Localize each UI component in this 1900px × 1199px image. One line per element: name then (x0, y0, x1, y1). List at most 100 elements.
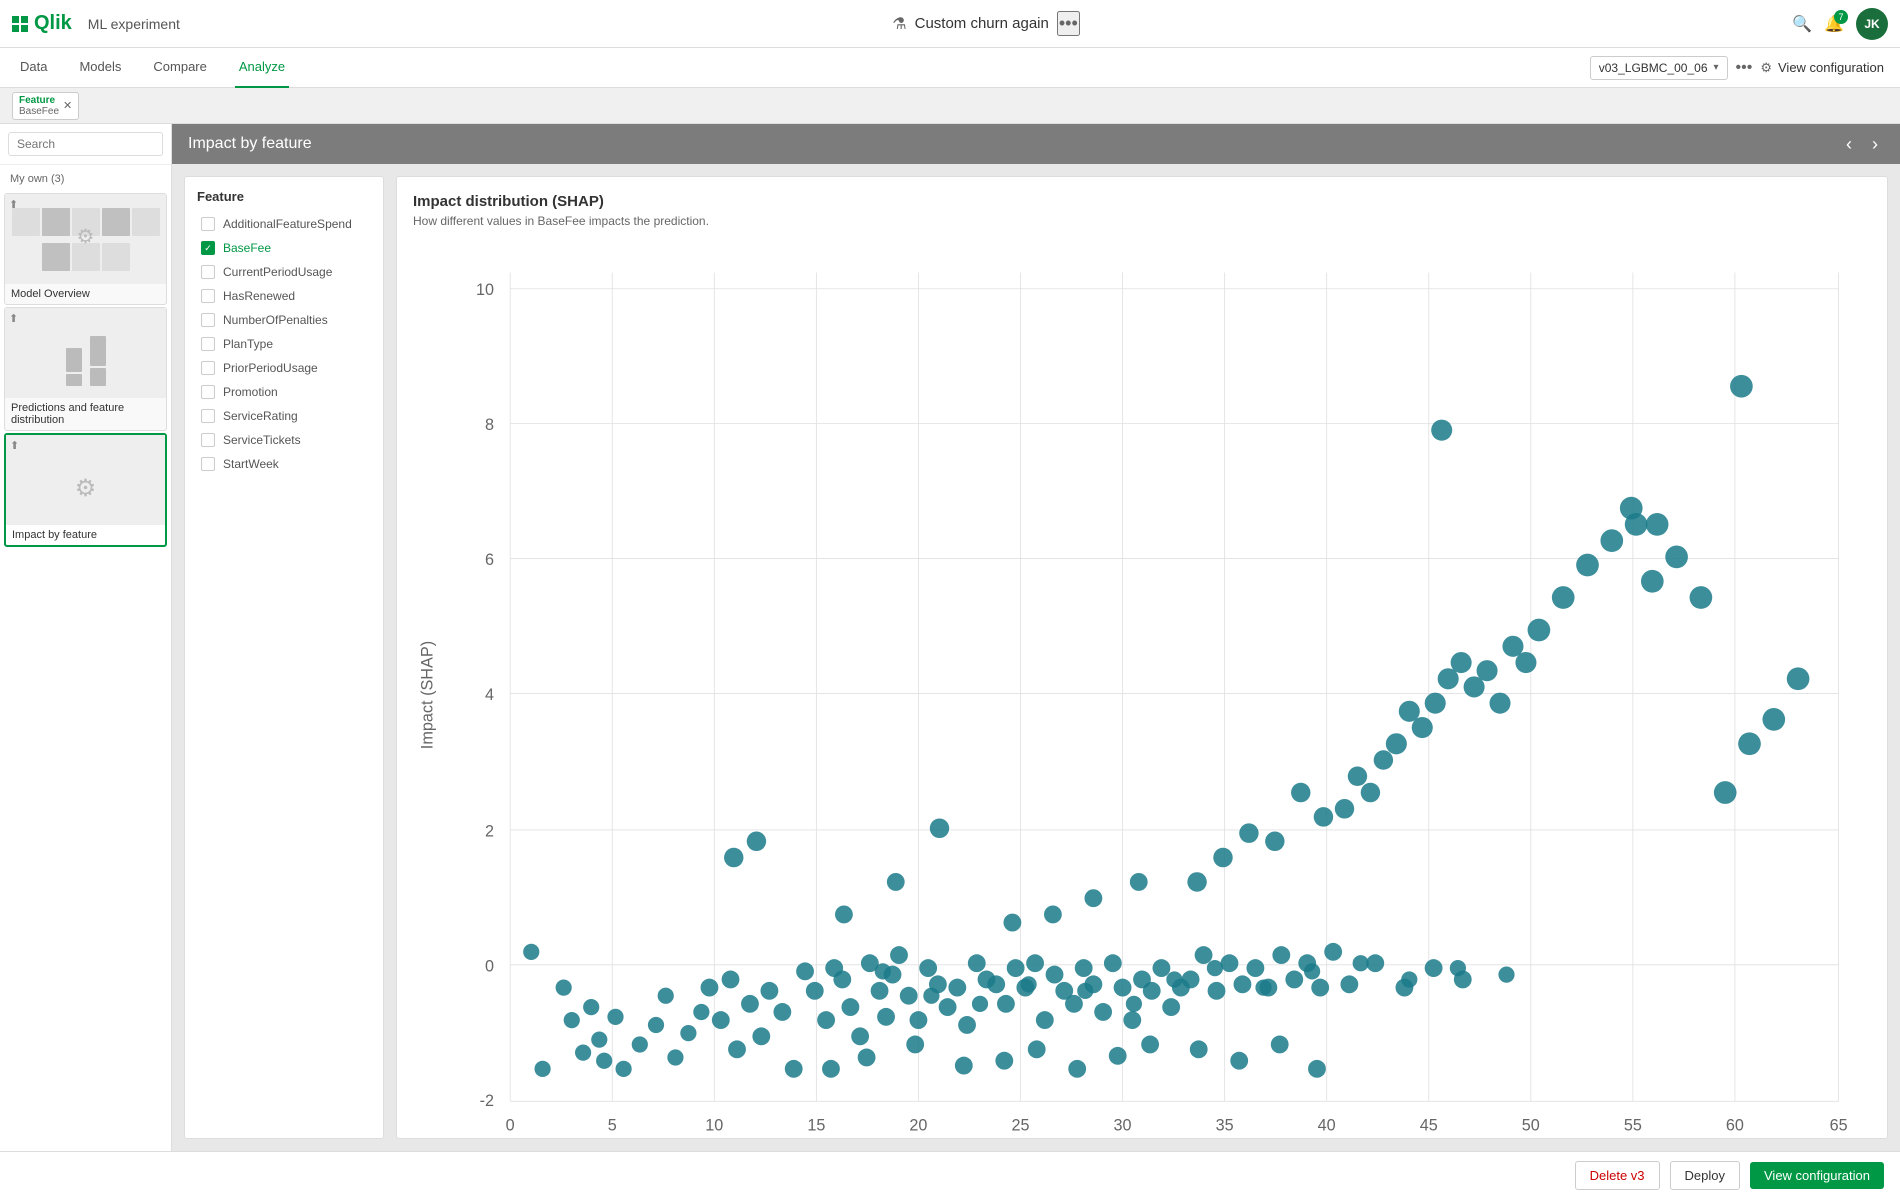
config-icon: ⚙ (1760, 60, 1772, 76)
feature-label-week: StartWeek (223, 457, 279, 471)
chart-container: .grid-line { stroke: #e0e0e0; stroke-wid… (413, 240, 1871, 1151)
export-icon: ⬆ (9, 198, 18, 211)
feature-item-prior-period[interactable]: PriorPeriodUsage (197, 358, 371, 378)
feature-checkbox-current[interactable] (201, 265, 215, 279)
feature-item-start-week[interactable]: StartWeek (197, 454, 371, 474)
feature-label-prior: PriorPeriodUsage (223, 361, 318, 375)
feature-tag: Feature BaseFee ✕ (12, 92, 79, 120)
gear-icon-2: ⚙ (75, 474, 97, 503)
feature-list: AdditionalFeatureSpend ✓ BaseFee Current… (197, 214, 371, 1126)
sidebar-item-impact[interactable]: ⬆ ⚙ Impact by feature (4, 433, 167, 547)
chevron-down-icon: ▾ (1714, 62, 1719, 73)
app-title: ML experiment (88, 16, 180, 32)
nav-item-compare[interactable]: Compare (149, 48, 210, 88)
svg-text:4: 4 (485, 686, 494, 704)
avatar[interactable]: JK (1856, 8, 1888, 40)
center-section: ⚗ Custom churn again ••• (192, 11, 1780, 36)
feature-panel-title: Feature (197, 189, 371, 204)
feature-checkbox-promotion[interactable] (201, 385, 215, 399)
svg-text:5: 5 (608, 1117, 617, 1135)
close-tag-button[interactable]: ✕ (63, 99, 72, 112)
svg-text:35: 35 (1216, 1117, 1234, 1135)
content-header: Impact by feature ‹ › (172, 124, 1900, 164)
feature-item-has-renewed[interactable]: HasRenewed (197, 286, 371, 306)
grid-icon (12, 16, 28, 32)
svg-text:50: 50 (1522, 1117, 1540, 1135)
feature-item-service-rating[interactable]: ServiceRating (197, 406, 371, 426)
view-configuration-button[interactable]: ⚙ View configuration (1760, 60, 1884, 76)
sidebar: My own (3) ⬆ ⚙ Model Overview (0, 124, 172, 1151)
feature-checkbox-week[interactable] (201, 457, 215, 471)
deploy-button[interactable]: Deploy (1670, 1161, 1740, 1190)
feature-label-penalties: NumberOfPenalties (223, 313, 328, 327)
qlik-logo-text: Qlik (34, 12, 72, 35)
feature-checkbox-renewed[interactable] (201, 289, 215, 303)
sidebar-item-predictions[interactable]: ⬆ Predictions and feature distribution (4, 307, 167, 431)
search-button[interactable]: 🔍 (1792, 14, 1812, 34)
experiment-more-button[interactable]: ••• (1057, 11, 1080, 36)
sidebar-item-label-predictions: Predictions and feature distribution (5, 398, 166, 430)
svg-text:8: 8 (485, 416, 494, 434)
view-configuration-label: View configuration (1778, 60, 1884, 75)
svg-text:30: 30 (1114, 1117, 1132, 1135)
svg-text:20: 20 (909, 1117, 927, 1135)
content-header-nav: ‹ › (1840, 132, 1884, 157)
model-select-value: v03_LGBMC_00_06 (1599, 61, 1708, 75)
nav-item-analyze[interactable]: Analyze (235, 48, 289, 88)
svg-text:25: 25 (1011, 1117, 1029, 1135)
feature-label-renewed: HasRenewed (223, 289, 295, 303)
feature-checkbox-base-fee[interactable]: ✓ (201, 241, 215, 255)
model-more-button[interactable]: ••• (1736, 59, 1753, 77)
prev-button[interactable]: ‹ (1840, 132, 1858, 157)
impact-thumb: ⬆ ⚙ (6, 435, 165, 525)
nav-item-data[interactable]: Data (16, 48, 51, 88)
search-input[interactable] (8, 132, 163, 156)
chart-title: Impact distribution (SHAP) (413, 193, 1871, 210)
feature-label-current: CurrentPeriodUsage (223, 265, 332, 279)
svg-text:10: 10 (476, 281, 494, 299)
svg-text:Impact (SHAP): Impact (SHAP) (418, 641, 436, 749)
model-select[interactable]: v03_LGBMC_00_06 ▾ (1590, 56, 1728, 80)
sidebar-item-model-overview[interactable]: ⬆ ⚙ Model Overview (4, 193, 167, 305)
svg-text:-2: -2 (480, 1092, 494, 1110)
nav-item-models[interactable]: Models (75, 48, 125, 88)
notifications-button[interactable]: 🔔 7 (1824, 14, 1844, 34)
feature-item-base-fee[interactable]: ✓ BaseFee (197, 238, 371, 258)
content-area: Impact by feature ‹ › Feature Additional… (172, 124, 1900, 1151)
svg-text:6: 6 (485, 551, 494, 569)
feature-item-promotion[interactable]: Promotion (197, 382, 371, 402)
feature-checkbox-plan[interactable] (201, 337, 215, 351)
svg-text:40: 40 (1318, 1117, 1336, 1135)
feature-checkbox-additional[interactable] (201, 217, 215, 231)
feature-checkbox-penalties[interactable] (201, 313, 215, 327)
feature-item-service-tickets[interactable]: ServiceTickets (197, 430, 371, 450)
chart-subtitle: How different values in BaseFee impacts … (413, 214, 1871, 228)
predictions-thumb: ⬆ (5, 308, 166, 398)
tag-subtitle: BaseFee (19, 106, 59, 117)
export-icon-2: ⬆ (9, 312, 18, 325)
content-header-title: Impact by feature (188, 135, 312, 153)
delete-button[interactable]: Delete v3 (1575, 1161, 1660, 1190)
feature-label-plan: PlanType (223, 337, 273, 351)
feature-item-additional-feature-spend[interactable]: AdditionalFeatureSpend (197, 214, 371, 234)
feature-checkbox-tickets[interactable] (201, 433, 215, 447)
feature-label-base-fee: BaseFee (223, 241, 271, 255)
feature-label-tickets: ServiceTickets (223, 433, 301, 447)
feature-checkbox-rating[interactable] (201, 409, 215, 423)
main-layout: My own (3) ⬆ ⚙ Model Overview (0, 124, 1900, 1151)
feature-label-promotion: Promotion (223, 385, 278, 399)
svg-text:60: 60 (1726, 1117, 1744, 1135)
next-button[interactable]: › (1866, 132, 1884, 157)
view-configuration-bottom-button[interactable]: View configuration (1750, 1162, 1884, 1189)
sidebar-search (0, 124, 171, 165)
feature-checkbox-prior[interactable] (201, 361, 215, 375)
feature-item-penalties[interactable]: NumberOfPenalties (197, 310, 371, 330)
svg-text:2: 2 (485, 822, 494, 840)
feature-item-current-period[interactable]: CurrentPeriodUsage (197, 262, 371, 282)
qlik-logo: Qlik (12, 12, 72, 35)
feature-item-plan-type[interactable]: PlanType (197, 334, 371, 354)
svg-text:10: 10 (705, 1117, 723, 1135)
tagbar: Feature BaseFee ✕ (0, 88, 1900, 124)
svg-text:0: 0 (506, 1117, 515, 1135)
bottom-bar: Delete v3 Deploy View configuration (0, 1151, 1900, 1199)
